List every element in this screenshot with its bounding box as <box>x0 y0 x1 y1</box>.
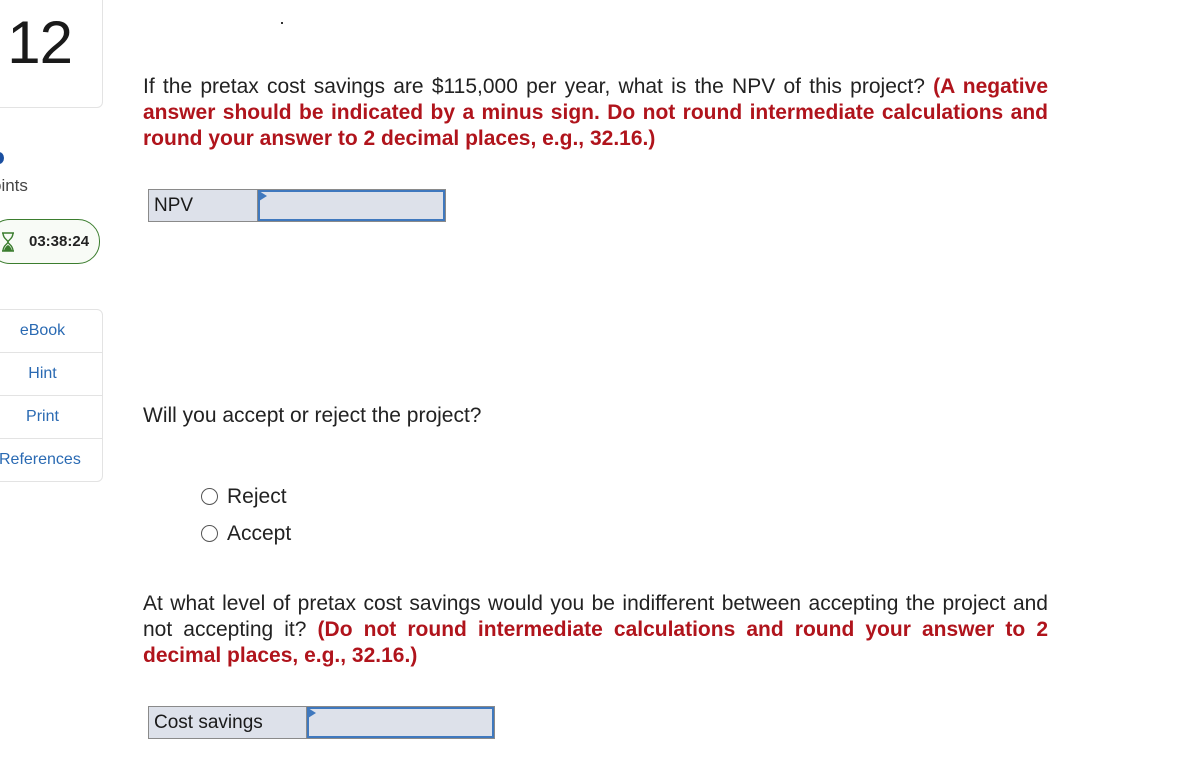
timer-badge: 03:38:24 <box>0 219 100 264</box>
points-indicator <box>0 152 4 164</box>
question-number: 12 <box>7 9 73 76</box>
hourglass-icon <box>1 232 15 252</box>
accept-reject-radio-group: Reject Accept <box>201 478 291 552</box>
cost-savings-input[interactable] <box>307 707 494 738</box>
cost-savings-input-wrapper <box>307 707 494 738</box>
points-label: oints <box>0 176 28 195</box>
radio-button-reject[interactable] <box>201 488 218 505</box>
stray-mark <box>281 22 283 24</box>
ebook-link[interactable]: eBook <box>0 310 102 353</box>
npv-answer-row: NPV <box>148 189 446 222</box>
references-link[interactable]: References <box>0 439 102 481</box>
npv-input[interactable] <box>258 190 445 221</box>
question-1-prompt: If the pretax cost savings are $115,000 … <box>143 75 934 98</box>
reject-option[interactable]: Reject <box>201 478 291 515</box>
question-page: 12 oints 03:38:24 eBook Hint Print Refer… <box>0 0 1200 784</box>
hint-link[interactable]: Hint <box>0 353 102 396</box>
question-1-text: If the pretax cost savings are $115,000 … <box>143 74 1048 152</box>
cost-savings-answer-row: Cost savings <box>148 706 495 739</box>
question-2-text: Will you accept or reject the project? <box>143 404 482 427</box>
radio-button-accept[interactable] <box>201 525 218 542</box>
npv-label: NPV <box>149 190 258 221</box>
accept-label: Accept <box>227 521 292 545</box>
reject-label: Reject <box>227 484 287 508</box>
question-3-text: At what level of pretax cost savings wou… <box>143 591 1048 669</box>
cost-savings-label: Cost savings <box>149 707 307 738</box>
accept-option[interactable]: Accept <box>201 515 291 552</box>
timer-value: 03:38:24 <box>29 233 90 250</box>
print-link[interactable]: Print <box>0 396 102 439</box>
resources-panel: eBook Hint Print References <box>0 309 103 482</box>
npv-input-wrapper <box>258 190 445 221</box>
